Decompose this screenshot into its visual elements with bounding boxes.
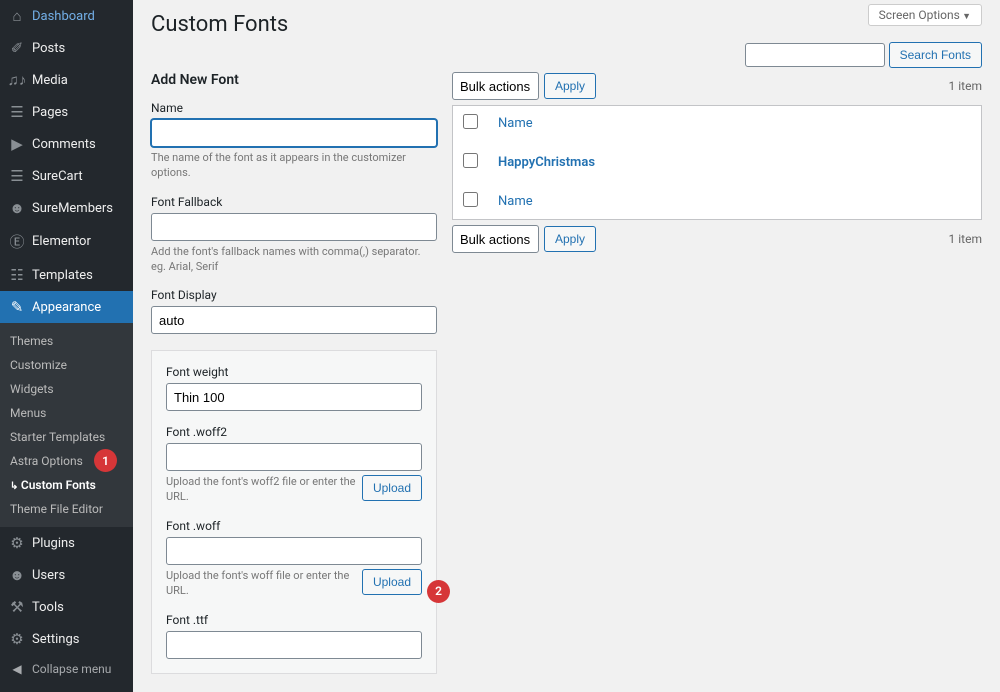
font-display-select[interactable]: auto bbox=[151, 306, 437, 334]
font-weight-select[interactable]: Thin 100 bbox=[166, 383, 422, 411]
plugin-icon: ⚙ bbox=[8, 534, 26, 552]
search-fonts-button[interactable]: Search Fonts bbox=[889, 42, 982, 68]
apply-top-button[interactable]: Apply bbox=[544, 73, 596, 99]
sidebar-item-comments[interactable]: ▶ Comments bbox=[0, 128, 133, 160]
fonts-table: Name HappyChristmas Name bbox=[452, 105, 982, 220]
sidebar-item-users[interactable]: ☻ Users bbox=[0, 559, 133, 591]
bulk-actions-bottom-select[interactable]: Bulk actions bbox=[452, 225, 539, 253]
media-icon: ♫♪ bbox=[8, 71, 26, 89]
submenu-item-astra-options[interactable]: Astra Options1 bbox=[0, 449, 133, 473]
table-row: HappyChristmas bbox=[453, 141, 981, 184]
submenu-item-themes[interactable]: Themes bbox=[0, 329, 133, 353]
woff2-input[interactable] bbox=[166, 443, 422, 471]
display-label: Font Display bbox=[151, 288, 437, 302]
sidebar-item-label: Comments bbox=[32, 137, 96, 152]
apply-bottom-button[interactable]: Apply bbox=[544, 226, 596, 252]
ttf-label: Font .ttf bbox=[166, 613, 422, 627]
search-fonts-input[interactable] bbox=[745, 43, 885, 67]
ttf-input[interactable] bbox=[166, 631, 422, 659]
sidebar-item-label: Plugins bbox=[32, 536, 75, 551]
sidebar-item-label: Media bbox=[32, 73, 68, 88]
sidebar-item-suremembers[interactable]: ☻ SureMembers bbox=[0, 192, 133, 224]
dash-icon: ⌂ bbox=[8, 7, 26, 25]
sidebar-item-label: SureMembers bbox=[32, 201, 113, 216]
sidebar-item-tools[interactable]: ⚒ Tools bbox=[0, 591, 133, 623]
screen-options-button[interactable]: Screen Options bbox=[868, 4, 982, 26]
sidebar-item-label: Dashboard bbox=[32, 9, 95, 24]
page-title: Custom Fonts bbox=[151, 0, 982, 45]
sidebar-item-label: SureCart bbox=[32, 169, 83, 184]
members-icon: ☻ bbox=[8, 199, 26, 217]
sidebar-item-settings[interactable]: ⚙ Settings bbox=[0, 623, 133, 655]
item-count-top: 1 item bbox=[949, 79, 982, 93]
row-checkbox[interactable] bbox=[463, 153, 478, 168]
weight-label: Font weight bbox=[166, 365, 422, 379]
woff2-help: Upload the font's woff2 file or enter th… bbox=[166, 475, 357, 505]
sidebar-item-posts[interactable]: ✐ Posts bbox=[0, 32, 133, 64]
name-label: Name bbox=[151, 101, 437, 115]
sidebar-item-label: Appearance bbox=[32, 300, 101, 315]
collapse-icon: ◀ bbox=[8, 662, 26, 676]
sidebar-item-pages[interactable]: ☰ Pages bbox=[0, 96, 133, 128]
column-name-header[interactable]: Name bbox=[498, 116, 533, 131]
add-new-font-heading: Add New Font bbox=[151, 72, 437, 88]
sidebar-item-media[interactable]: ♫♪ Media bbox=[0, 64, 133, 96]
submenu-item-widgets[interactable]: Widgets bbox=[0, 377, 133, 401]
font-fallback-input[interactable] bbox=[151, 213, 437, 241]
select-all-top-checkbox[interactable] bbox=[463, 114, 478, 129]
upload-woff-button[interactable]: Upload bbox=[362, 569, 422, 595]
comment-icon: ▶ bbox=[8, 135, 26, 153]
sidebar-item-elementor[interactable]: Ⓔ Elementor bbox=[0, 224, 133, 259]
sidebar-item-label: Pages bbox=[32, 105, 68, 120]
submenu-item-starter-templates[interactable]: Starter Templates bbox=[0, 425, 133, 449]
column-name-footer[interactable]: Name bbox=[498, 194, 533, 209]
font-name-input[interactable] bbox=[151, 119, 437, 147]
sidebar-item-templates[interactable]: ☷ Templates bbox=[0, 259, 133, 291]
sidebar-item-label: Users bbox=[32, 568, 65, 583]
users-icon: ☻ bbox=[8, 566, 26, 584]
collapse-menu[interactable]: ◀ Collapse menu bbox=[0, 655, 133, 683]
sidebar-item-label: Templates bbox=[32, 268, 93, 283]
pin-icon: ✐ bbox=[8, 39, 26, 57]
admin-sidebar: ⌂ Dashboard ✐ Posts ♫♪ Media ☰ Pages ▶ Comments ☰ S… bbox=[0, 0, 133, 692]
collapse-label: Collapse menu bbox=[32, 662, 111, 676]
sidebar-item-label: Posts bbox=[32, 41, 65, 56]
bulk-actions-top-select[interactable]: Bulk actions bbox=[452, 72, 539, 100]
woff-help: Upload the font's woff file or enter the… bbox=[166, 569, 357, 599]
main-content: Screen Options Custom Fonts Search Fonts… bbox=[133, 0, 1000, 692]
sidebar-item-plugins[interactable]: ⚙ Plugins bbox=[0, 527, 133, 559]
settings-icon: ⚙ bbox=[8, 630, 26, 648]
woff2-label: Font .woff2 bbox=[166, 425, 422, 439]
name-help: The name of the font as it appears in th… bbox=[151, 151, 437, 181]
woff-label: Font .woff bbox=[166, 519, 422, 533]
sidebar-item-label: Tools bbox=[32, 600, 64, 615]
item-count-bottom: 1 item bbox=[949, 232, 982, 246]
elementor-icon: Ⓔ bbox=[8, 231, 26, 252]
sidebar-item-surecart[interactable]: ☰ SureCart bbox=[0, 160, 133, 192]
page-icon: ☰ bbox=[8, 103, 26, 121]
cart-icon: ☰ bbox=[8, 167, 26, 185]
templates-icon: ☷ bbox=[8, 266, 26, 284]
sidebar-item-appearance[interactable]: ✎ Appearance bbox=[0, 291, 133, 323]
sidebar-item-label: Settings bbox=[32, 632, 79, 647]
font-row-title[interactable]: HappyChristmas bbox=[498, 155, 595, 170]
submenu-item-customize[interactable]: Customize bbox=[0, 353, 133, 377]
upload-woff2-button[interactable]: Upload bbox=[362, 475, 422, 501]
annotation-2-badge: 2 bbox=[427, 580, 450, 603]
submenu-item-theme-file-editor[interactable]: Theme File Editor bbox=[0, 497, 133, 521]
submenu-item-menus[interactable]: Menus bbox=[0, 401, 133, 425]
appearance-icon: ✎ bbox=[8, 298, 26, 316]
fallback-label: Font Fallback bbox=[151, 195, 437, 209]
sidebar-item-label: Elementor bbox=[32, 234, 91, 249]
annotation-1-badge: 1 bbox=[94, 449, 117, 472]
sidebar-item-dashboard[interactable]: ⌂ Dashboard bbox=[0, 0, 133, 32]
select-all-bottom-checkbox[interactable] bbox=[463, 192, 478, 207]
submenu-item-custom-fonts[interactable]: Custom Fonts bbox=[0, 473, 133, 497]
tools-icon: ⚒ bbox=[8, 598, 26, 616]
fallback-help: Add the font's fallback names with comma… bbox=[151, 245, 437, 275]
woff-input[interactable] bbox=[166, 537, 422, 565]
